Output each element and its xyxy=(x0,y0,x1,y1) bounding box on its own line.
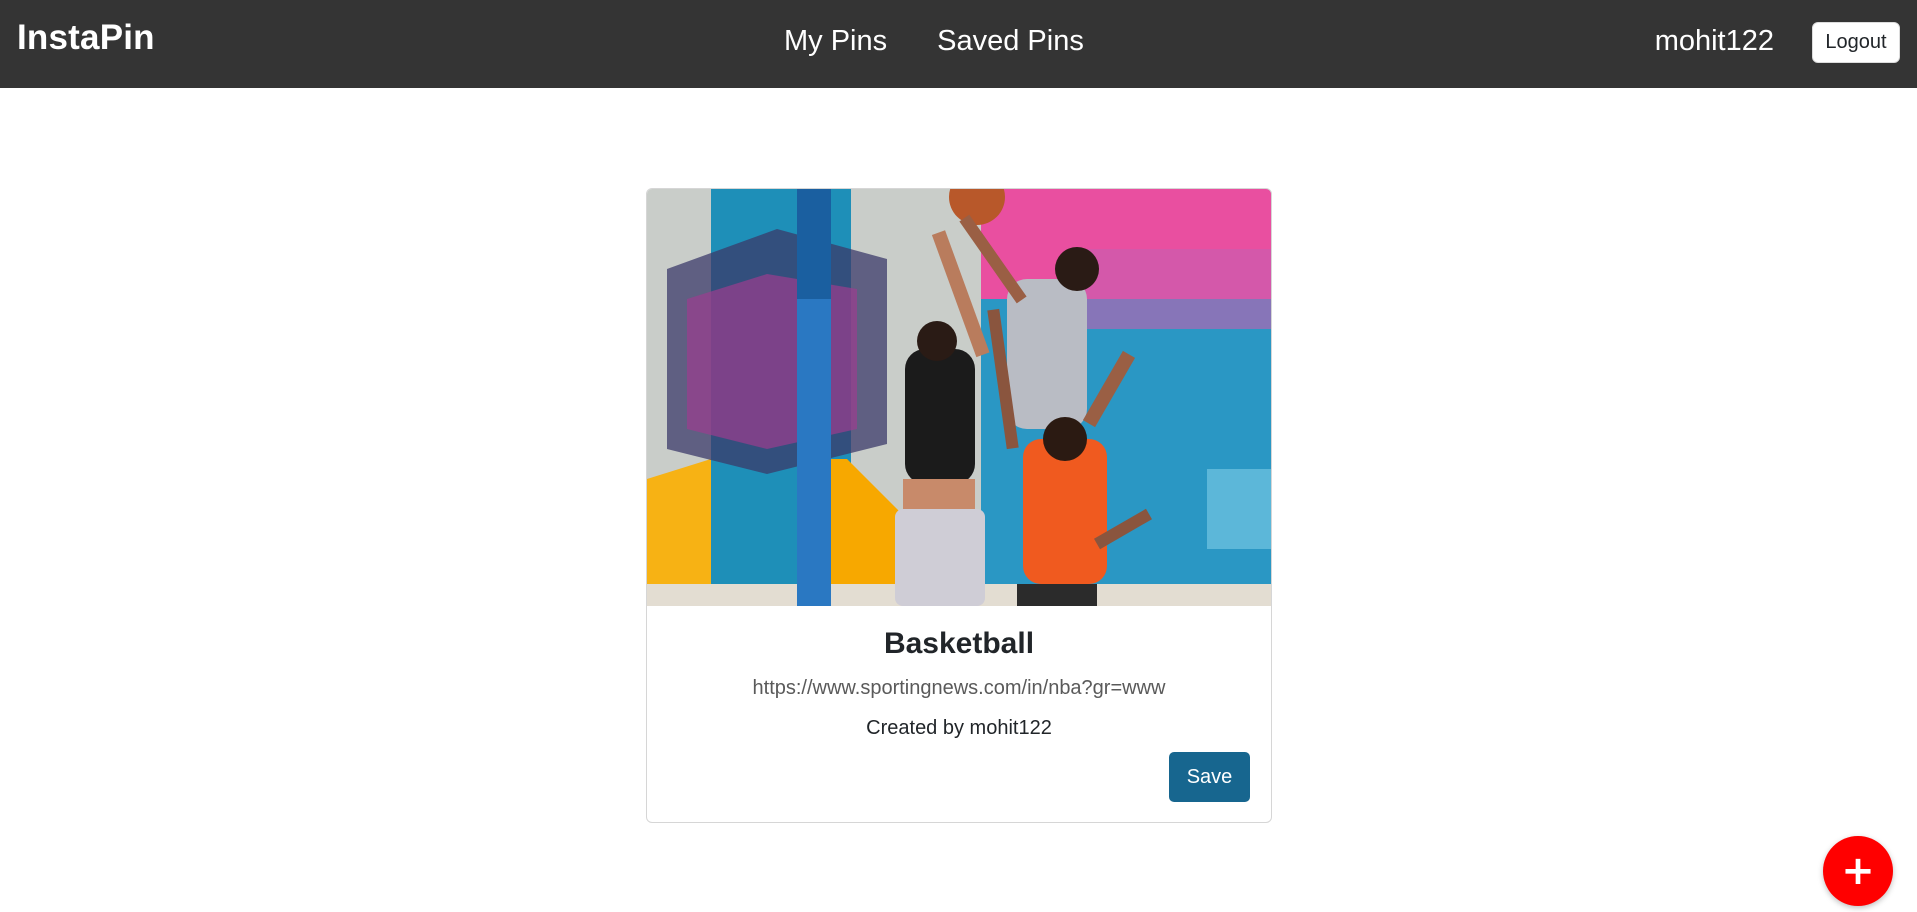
add-pin-button[interactable]: + xyxy=(1823,836,1893,906)
nav-links: My Pins Saved Pins xyxy=(784,25,1084,58)
save-button[interactable]: Save xyxy=(1169,752,1250,802)
logout-button[interactable]: Logout xyxy=(1812,22,1900,63)
plus-icon: + xyxy=(1841,848,1875,894)
pin-image[interactable] xyxy=(647,189,1271,606)
nav-saved-pins[interactable]: Saved Pins xyxy=(937,25,1084,58)
pin-author: Created by mohit122 xyxy=(866,717,1052,739)
nav-my-pins[interactable]: My Pins xyxy=(784,25,887,58)
brand-logo[interactable]: InstaPin xyxy=(17,18,155,58)
pin-card: Basketball https://www.sportingnews.com/… xyxy=(646,188,1272,823)
basketball-photo xyxy=(647,189,1271,606)
top-navbar: InstaPin My Pins Saved Pins mohit122 Log… xyxy=(0,0,1917,88)
username-label: mohit122 xyxy=(1654,25,1774,57)
pin-url[interactable]: https://www.sportingnews.com/in/nba?gr=w… xyxy=(647,677,1271,700)
pin-title: Basketball xyxy=(883,627,1035,660)
